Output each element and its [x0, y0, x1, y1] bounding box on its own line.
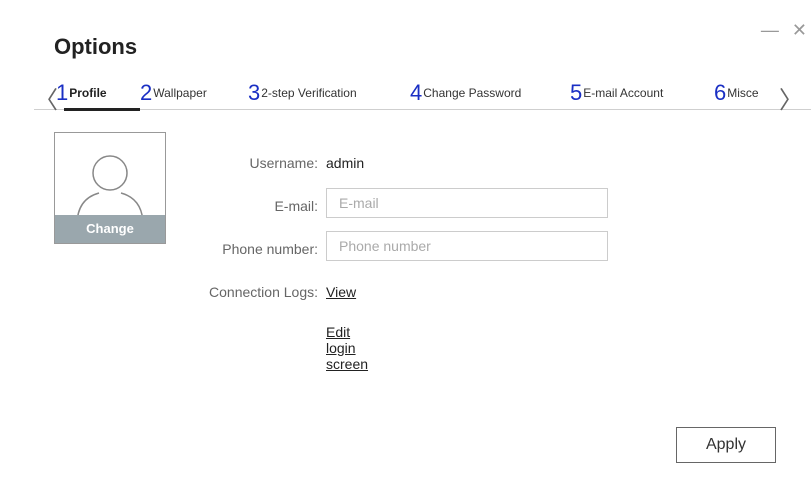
close-icon[interactable]: ✕	[792, 20, 811, 40]
phone-field[interactable]	[326, 231, 608, 261]
tab-number: 2	[140, 80, 153, 105]
phone-label: Phone number:	[222, 241, 318, 257]
minimize-icon[interactable]: —	[761, 20, 783, 40]
view-connection-logs-link[interactable]: View	[326, 284, 356, 300]
chevron-left-icon[interactable]: 〈	[34, 80, 58, 115]
email-label: E-mail:	[274, 198, 318, 214]
connection-logs-label: Connection Logs:	[209, 284, 318, 300]
tab-email-account[interactable]: 5 E-mail Account	[570, 78, 663, 108]
username-value: admin	[326, 155, 365, 171]
email-field[interactable]	[326, 188, 608, 218]
tab-divider	[34, 109, 811, 110]
tab-miscellaneous[interactable]: 6 Misce	[714, 78, 759, 108]
window-controls: — ✕	[761, 20, 811, 41]
tab-number: 4	[410, 80, 423, 105]
tab-number: 6	[714, 80, 727, 105]
tab-label: 2-step Verification	[261, 86, 357, 100]
tab-label: Misce	[727, 86, 759, 100]
avatar[interactable]: Change	[54, 132, 166, 244]
options-dialog: Options — ✕ 〈 1 Profile 2 Wallpaper 3 2-…	[34, 10, 811, 483]
apply-button[interactable]: Apply	[676, 427, 776, 463]
dialog-title: Options	[54, 34, 138, 59]
tab-2-step-verification[interactable]: 3 2-step Verification	[248, 78, 357, 108]
chevron-right-icon[interactable]: 〉	[779, 80, 803, 115]
tab-number: 3	[248, 80, 261, 105]
tab-number: 1	[56, 80, 69, 105]
username-label: Username:	[249, 155, 318, 171]
change-avatar-button[interactable]: Change	[55, 215, 165, 243]
tab-wallpaper[interactable]: 2 Wallpaper	[140, 78, 207, 108]
tab-label: Change Password	[423, 86, 522, 100]
tab-profile[interactable]: 1 Profile	[56, 78, 107, 108]
tab-label: E-mail Account	[583, 86, 664, 100]
tab-label: Wallpaper	[153, 86, 207, 100]
tab-bar: 〈 1 Profile 2 Wallpaper 3 2-step Verific…	[34, 78, 811, 114]
tab-label: Profile	[69, 86, 107, 100]
active-tab-indicator	[64, 108, 140, 111]
edit-login-screen-link[interactable]: Edit login screen	[326, 324, 368, 372]
tab-number: 5	[570, 80, 583, 105]
tab-change-password[interactable]: 4 Change Password	[410, 78, 521, 108]
